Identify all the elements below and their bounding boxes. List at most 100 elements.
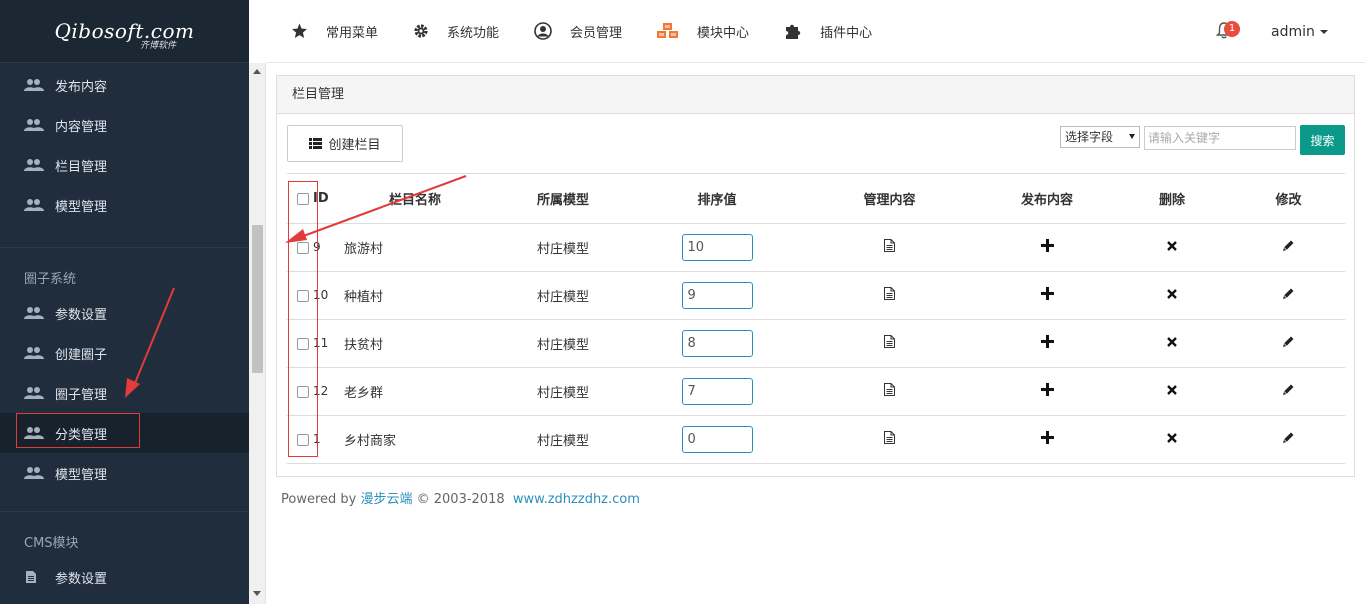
user-icon xyxy=(534,22,561,40)
manage-content-icon[interactable] xyxy=(884,239,895,256)
field-select[interactable]: 选择字段 xyxy=(1060,126,1140,148)
users-icon xyxy=(24,346,44,360)
cell-model: 村庄模型 xyxy=(509,319,637,368)
manage-content-icon[interactable] xyxy=(884,287,895,304)
manage-content-icon[interactable] xyxy=(884,335,895,352)
cell-sort xyxy=(637,271,797,320)
sidebar-item-label: 模型管理 xyxy=(55,199,108,215)
users-icon xyxy=(24,158,44,172)
sort-input[interactable] xyxy=(681,378,753,405)
sidebar-item-items_mid-0[interactable]: 参数设置 xyxy=(0,293,249,333)
cell-model: 村庄模型 xyxy=(509,271,637,320)
sidebar-item-label: 创建圈子 xyxy=(55,347,108,363)
delete-x-icon[interactable] xyxy=(1167,336,1177,351)
keyword-search-input[interactable] xyxy=(1144,126,1296,150)
caret-down-icon xyxy=(1319,30,1328,34)
logo[interactable]: Qibosoft.com 齐博软件 xyxy=(0,0,249,63)
cell-delete xyxy=(1112,223,1232,272)
sidebar-item-items_mid-2[interactable]: 圈子管理 xyxy=(0,373,249,413)
manage-content-icon[interactable] xyxy=(884,431,895,448)
footer-brand-link[interactable]: 漫步云端 xyxy=(360,492,412,507)
sidebar-scrollbar[interactable] xyxy=(249,63,266,604)
header-model: 所属模型 xyxy=(509,173,637,224)
cell-manage xyxy=(797,367,982,416)
sidebar-item-items_top-3[interactable]: 模型管理 xyxy=(0,185,249,225)
cell-publish xyxy=(982,319,1112,368)
sidebar-item-label: 内容管理 xyxy=(55,119,108,135)
publish-plus-icon[interactable] xyxy=(1040,239,1054,256)
publish-plus-icon[interactable] xyxy=(1040,287,1054,304)
sort-input[interactable] xyxy=(681,234,753,261)
sidebar-item-items_mid-4[interactable]: 模型管理 xyxy=(0,453,249,493)
create-category-label: 创建栏目 xyxy=(328,138,381,153)
delete-x-icon[interactable] xyxy=(1167,288,1177,303)
topnav-item-label: 模块中心 xyxy=(697,25,750,41)
publish-plus-icon[interactable] xyxy=(1040,431,1054,448)
footer-site-link[interactable]: www.zdhzzdhz.com xyxy=(513,492,640,507)
header-sort: 排序值 xyxy=(637,173,797,224)
sidebar-item-label: 发布内容 xyxy=(55,79,108,95)
sidebar-item-items_top-1[interactable]: 内容管理 xyxy=(0,105,249,145)
gear-icon xyxy=(413,23,438,39)
scroll-thumb[interactable] xyxy=(252,225,263,373)
header-publish: 发布内容 xyxy=(982,173,1112,224)
topnav-item-2[interactable]: 会员管理 xyxy=(534,22,622,41)
table-row: 1 乡村商家 村庄模型 xyxy=(287,415,1345,464)
document-icon xyxy=(24,570,44,584)
topnav-item-3[interactable]: 模块中心 xyxy=(657,22,749,41)
cell-sort xyxy=(637,367,797,416)
cell-edit xyxy=(1232,319,1345,368)
cell-manage xyxy=(797,223,982,272)
user-menu[interactable]: admin xyxy=(1271,24,1328,40)
sidebar-item-label: 圈子管理 xyxy=(55,387,108,403)
cell-name: 老乡群 xyxy=(329,367,509,416)
header-manage: 管理内容 xyxy=(797,173,982,224)
cell-sort xyxy=(637,415,797,464)
edit-pencil-icon[interactable] xyxy=(1282,431,1295,448)
sidebar-item-items_bottom-0[interactable]: 参数设置 xyxy=(0,557,249,597)
annotation-box-checkboxes xyxy=(288,181,318,457)
sort-input[interactable] xyxy=(681,330,753,357)
publish-plus-icon[interactable] xyxy=(1040,383,1054,400)
create-category-button[interactable]: 创建栏目 xyxy=(287,125,403,162)
sort-input[interactable] xyxy=(681,426,753,453)
cell-delete xyxy=(1112,367,1232,416)
sidebar-item-items_mid-1[interactable]: 创建圈子 xyxy=(0,333,249,373)
edit-pencil-icon[interactable] xyxy=(1282,335,1295,352)
cell-edit xyxy=(1232,415,1345,464)
edit-pencil-icon[interactable] xyxy=(1282,239,1295,256)
topnav-item-label: 系统功能 xyxy=(447,25,500,41)
topnav-item-1[interactable]: 系统功能 xyxy=(413,22,499,41)
category-panel: 栏目管理 创建栏目 选择字段 搜索 ID 栏目名称 所属模型 排序值 管理内容 … xyxy=(276,75,1355,477)
sidebar-item-label: 栏目管理 xyxy=(55,159,108,175)
sort-input[interactable] xyxy=(681,282,753,309)
edit-pencil-icon[interactable] xyxy=(1282,383,1295,400)
top-navbar: 常用菜单 系统功能 会员管理 模块中心 插件中心 1 admin xyxy=(266,0,1365,63)
footer-copyright: © 2003-2018 xyxy=(412,492,513,507)
user-name: admin xyxy=(1271,24,1315,40)
cell-name: 旅游村 xyxy=(329,223,509,272)
delete-x-icon[interactable] xyxy=(1167,384,1177,399)
star-icon xyxy=(291,23,317,39)
category-table: ID 栏目名称 所属模型 排序值 管理内容 发布内容 删除 修改 9 旅游村 村庄模… xyxy=(287,173,1345,464)
cell-name: 种植村 xyxy=(329,271,509,320)
users-icon xyxy=(24,118,44,132)
topnav-item-0[interactable]: 常用菜单 xyxy=(291,22,378,41)
cell-publish xyxy=(982,271,1112,320)
cell-publish xyxy=(982,223,1112,272)
publish-plus-icon[interactable] xyxy=(1040,335,1054,352)
cubes-icon xyxy=(657,23,688,39)
scroll-up-arrow-icon[interactable] xyxy=(253,69,261,74)
search-button[interactable]: 搜索 xyxy=(1300,125,1345,155)
sidebar-item-label: 参数设置 xyxy=(55,571,108,587)
header-delete: 删除 xyxy=(1112,173,1232,224)
delete-x-icon[interactable] xyxy=(1167,240,1177,255)
edit-pencil-icon[interactable] xyxy=(1282,287,1295,304)
scroll-down-arrow-icon[interactable] xyxy=(253,591,261,596)
topnav-item-4[interactable]: 插件中心 xyxy=(784,22,872,41)
manage-content-icon[interactable] xyxy=(884,383,895,400)
sidebar-item-items_top-2[interactable]: 栏目管理 xyxy=(0,145,249,185)
cell-model: 村庄模型 xyxy=(509,223,637,272)
sidebar-item-items_top-0[interactable]: 发布内容 xyxy=(0,65,249,105)
delete-x-icon[interactable] xyxy=(1167,432,1177,447)
